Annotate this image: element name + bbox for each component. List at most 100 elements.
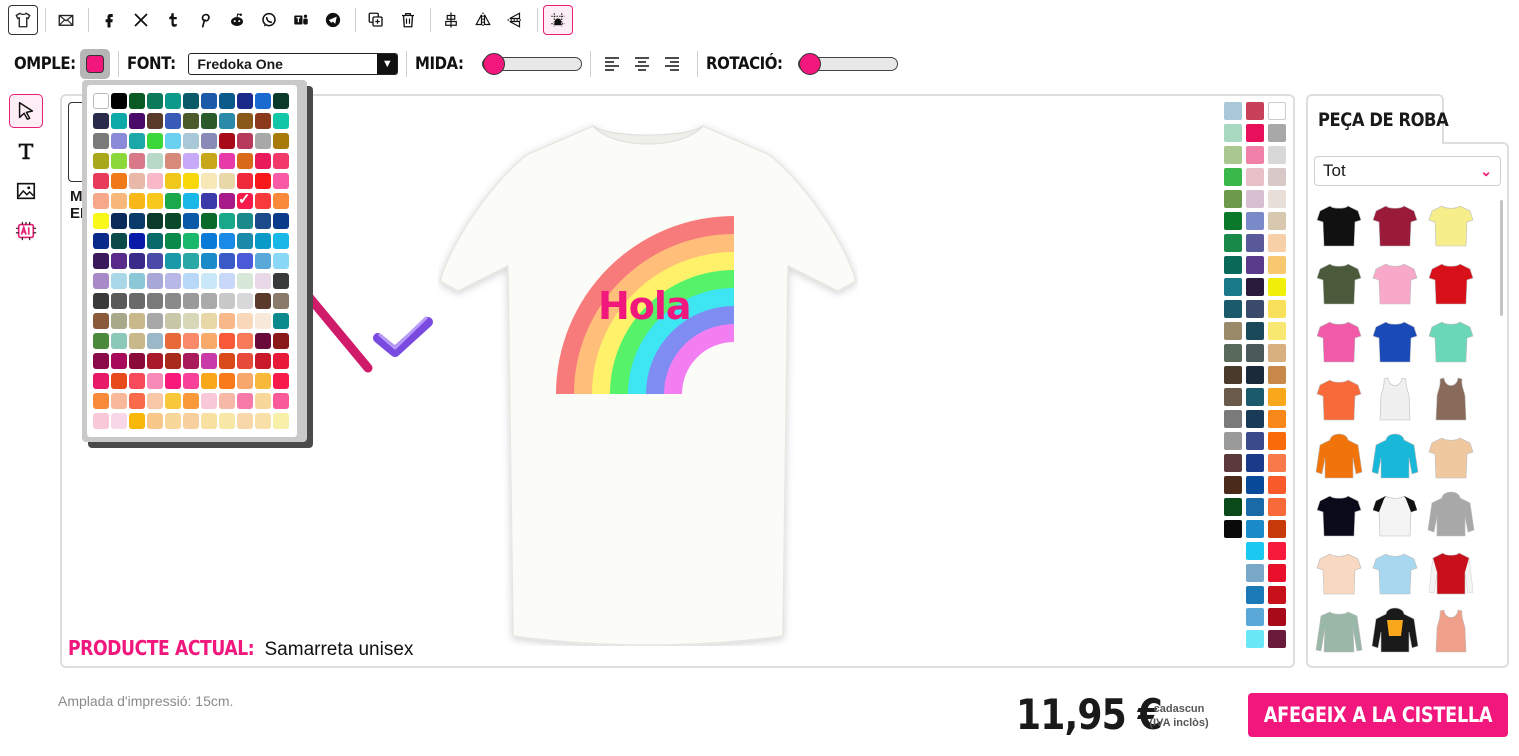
garment-color-swatch[interactable] — [1268, 102, 1286, 120]
picker-color-swatch[interactable] — [219, 113, 235, 129]
picker-color-swatch[interactable] — [147, 193, 163, 209]
picker-color-swatch[interactable] — [237, 293, 253, 309]
picker-color-swatch[interactable] — [183, 293, 199, 309]
picker-color-swatch[interactable] — [237, 133, 253, 149]
picker-color-swatch[interactable] — [237, 153, 253, 169]
picker-color-swatch[interactable] — [201, 253, 217, 269]
picker-color-swatch[interactable] — [93, 153, 109, 169]
picker-color-swatch[interactable] — [219, 213, 235, 229]
picker-color-swatch[interactable] — [129, 273, 145, 289]
picker-color-swatch[interactable] — [147, 353, 163, 369]
picker-color-swatch[interactable] — [147, 333, 163, 349]
facebook-icon[interactable] — [94, 5, 124, 35]
image-tool-button[interactable] — [9, 174, 43, 208]
picker-color-swatch[interactable] — [165, 373, 181, 389]
select-tool-button[interactable] — [9, 94, 43, 128]
picker-color-swatch[interactable] — [111, 413, 127, 429]
garment-color-swatch[interactable] — [1268, 586, 1286, 604]
picker-color-swatch[interactable] — [147, 233, 163, 249]
picker-color-swatch[interactable] — [273, 413, 289, 429]
picker-color-swatch[interactable] — [255, 253, 271, 269]
garment-color-swatch[interactable] — [1224, 322, 1242, 340]
picker-color-swatch[interactable] — [111, 353, 127, 369]
picker-color-swatch[interactable] — [129, 333, 145, 349]
garment-color-swatch[interactable] — [1224, 168, 1242, 186]
garment-color-swatch[interactable] — [1224, 344, 1242, 362]
picker-color-swatch[interactable] — [201, 93, 217, 109]
garment-color-swatch[interactable] — [1246, 542, 1264, 560]
picker-color-swatch[interactable] — [201, 333, 217, 349]
picker-color-swatch[interactable] — [255, 133, 271, 149]
picker-color-swatch[interactable] — [165, 133, 181, 149]
garment-color-swatch[interactable] — [1224, 498, 1242, 516]
picker-color-swatch[interactable] — [255, 273, 271, 289]
garment-color-swatch[interactable] — [1246, 388, 1264, 406]
picker-color-swatch[interactable] — [219, 333, 235, 349]
picker-color-swatch[interactable] — [219, 293, 235, 309]
fill-color-button[interactable] — [80, 49, 111, 79]
picker-color-swatch[interactable] — [183, 153, 199, 169]
garment-color-swatch[interactable] — [1224, 410, 1242, 428]
tshirt-burgundy-icon[interactable] — [1370, 200, 1420, 250]
picker-color-swatch[interactable] — [183, 93, 199, 109]
garment-color-swatch[interactable] — [1224, 102, 1242, 120]
tshirt-royal-blue-icon[interactable] — [1370, 316, 1420, 366]
garment-color-swatch[interactable] — [1246, 366, 1264, 384]
picker-color-swatch[interactable] — [93, 393, 109, 409]
picker-color-swatch[interactable] — [147, 313, 163, 329]
picker-color-swatch[interactable] — [183, 353, 199, 369]
picker-color-swatch[interactable] — [129, 233, 145, 249]
picker-color-swatch[interactable] — [201, 293, 217, 309]
picker-color-swatch[interactable] — [237, 393, 253, 409]
garment-color-swatch[interactable] — [1268, 168, 1286, 186]
picker-color-swatch[interactable] — [147, 173, 163, 189]
longsleeve-sage-icon[interactable] — [1314, 606, 1364, 656]
picker-color-swatch[interactable] — [219, 373, 235, 389]
picker-color-swatch[interactable] — [147, 113, 163, 129]
picker-color-swatch[interactable] — [237, 213, 253, 229]
picker-color-swatch[interactable] — [165, 253, 181, 269]
picker-color-swatch[interactable] — [255, 233, 271, 249]
tshirt-mint-icon[interactable] — [1426, 316, 1476, 366]
picker-color-swatch[interactable] — [111, 133, 127, 149]
picker-color-swatch[interactable] — [273, 293, 289, 309]
garment-color-swatch[interactable] — [1268, 146, 1286, 164]
garment-color-swatch[interactable] — [1246, 278, 1264, 296]
picker-color-swatch[interactable] — [183, 373, 199, 389]
tumblr-icon[interactable] — [158, 5, 188, 35]
tshirt-fuchsia-icon[interactable] — [1314, 316, 1364, 366]
picker-color-swatch[interactable] — [147, 273, 163, 289]
garment-color-swatch[interactable] — [1246, 124, 1264, 142]
picker-color-swatch[interactable] — [93, 233, 109, 249]
garment-color-swatch[interactable] — [1246, 168, 1264, 186]
picker-color-swatch[interactable] — [165, 233, 181, 249]
tab-garment[interactable]: PEÇA DE ROBA — [1306, 94, 1449, 144]
picker-color-swatch[interactable] — [183, 113, 199, 129]
garment-color-swatch[interactable] — [1246, 322, 1264, 340]
garment-color-swatch[interactable] — [1268, 498, 1286, 516]
align-center-icon[interactable] — [629, 51, 655, 77]
picker-color-swatch[interactable] — [93, 373, 109, 389]
picker-color-swatch[interactable] — [183, 233, 199, 249]
picker-color-swatch[interactable] — [111, 273, 127, 289]
picker-color-swatch[interactable] — [129, 313, 145, 329]
picker-color-swatch[interactable] — [147, 133, 163, 149]
picker-color-swatch[interactable] — [129, 253, 145, 269]
garment-color-swatch[interactable] — [1224, 454, 1242, 472]
picker-color-swatch[interactable] — [165, 173, 181, 189]
picker-color-swatch[interactable] — [93, 113, 109, 129]
picker-color-swatch[interactable] — [93, 333, 109, 349]
picker-color-swatch[interactable] — [273, 233, 289, 249]
picker-color-swatch[interactable] — [255, 213, 271, 229]
picker-color-swatch[interactable] — [93, 313, 109, 329]
picker-color-swatch[interactable] — [93, 213, 109, 229]
mail-icon[interactable] — [51, 5, 81, 35]
picker-color-swatch[interactable] — [93, 293, 109, 309]
picker-color-swatch[interactable] — [201, 233, 217, 249]
picker-color-swatch[interactable] — [201, 353, 217, 369]
picker-color-swatch[interactable] — [111, 393, 127, 409]
picker-color-swatch[interactable] — [201, 193, 217, 209]
tshirt-orange-icon[interactable] — [1314, 374, 1364, 424]
picker-color-swatch[interactable] — [165, 93, 181, 109]
picker-color-swatch[interactable] — [237, 353, 253, 369]
